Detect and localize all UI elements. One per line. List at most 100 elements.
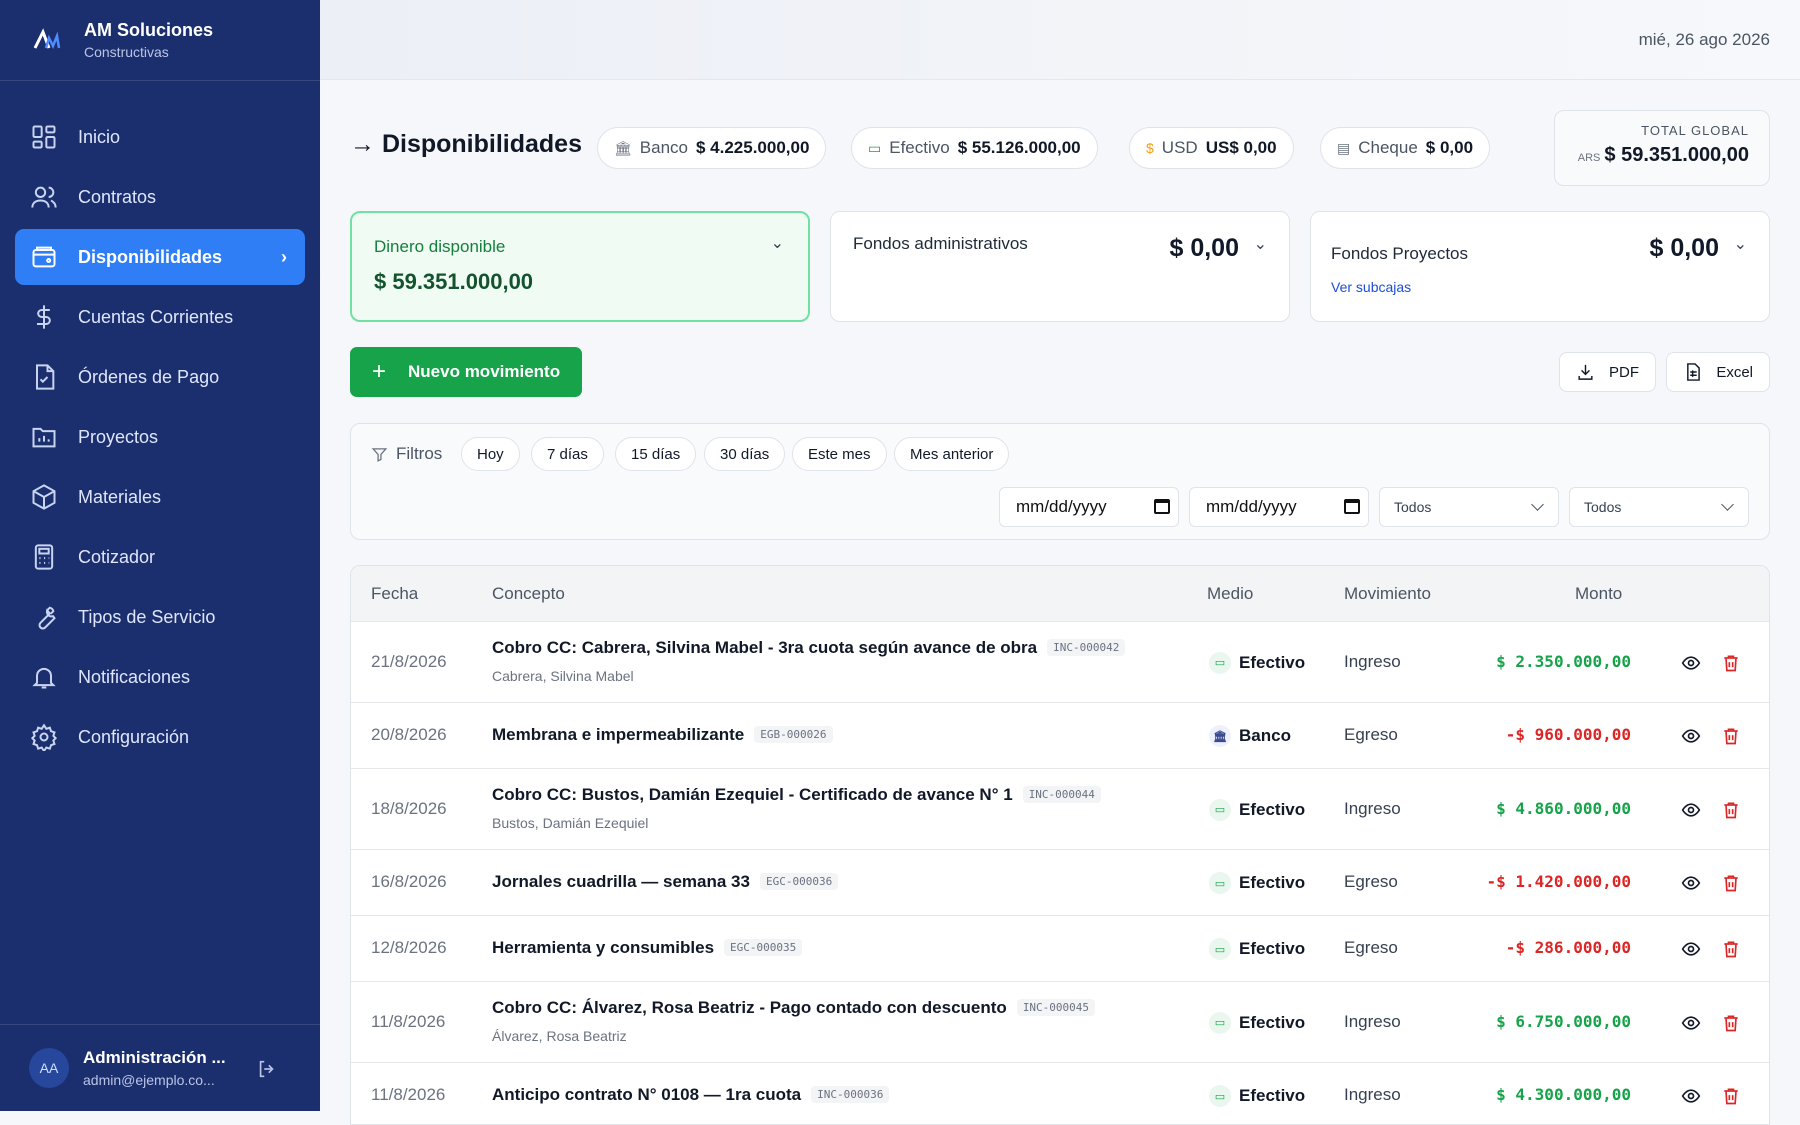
sidebar-item-label: Contratos bbox=[78, 186, 157, 207]
bank-icon: 🏛 bbox=[1209, 725, 1231, 747]
delete-icon[interactable] bbox=[1721, 939, 1741, 959]
folder-chart-icon bbox=[32, 427, 56, 448]
table-row[interactable]: 18/8/2026 Cobro CC: Bustos, Damián Ezequi… bbox=[351, 769, 1769, 850]
calculator-icon bbox=[34, 544, 54, 570]
table-row[interactable]: 12/8/2026 Herramienta y consumibles EGC-00… bbox=[351, 916, 1769, 982]
delete-icon[interactable] bbox=[1721, 653, 1741, 673]
chevron-down-icon[interactable]: ⌄ bbox=[1254, 234, 1267, 254]
ver-subcajas-link[interactable]: Ver subcajas bbox=[1331, 279, 1411, 295]
calendar-icon[interactable] bbox=[1154, 499, 1170, 514]
sidebar-item-label: Proyectos bbox=[78, 426, 159, 447]
table-body: 21/8/2026 Cobro CC: Cabrera, Silvina Mabe… bbox=[351, 622, 1769, 1124]
sidebar-item-notificaciones[interactable]: Notificaciones bbox=[15, 649, 305, 705]
filter-pill-15-dias[interactable]: 15 días bbox=[615, 437, 697, 471]
sidebar-item-tipos-de-servicio[interactable]: Tipos de Servicio bbox=[15, 589, 305, 645]
filter-pill-7-dias[interactable]: 7 días bbox=[531, 437, 604, 471]
filter-pill-mes-anterior[interactable]: Mes anterior bbox=[894, 437, 1010, 471]
movimiento-select[interactable]: Todos bbox=[1569, 487, 1749, 527]
filters-panel: Filtros Hoy 7 días 15 días 30 días Este … bbox=[350, 423, 1770, 540]
view-icon[interactable] bbox=[1681, 800, 1701, 820]
table-row[interactable]: 16/8/2026 Jornales cuadrilla — semana 33 E… bbox=[351, 850, 1769, 916]
view-icon[interactable] bbox=[1681, 726, 1701, 746]
medio-select[interactable]: Todos bbox=[1379, 487, 1559, 527]
sidebar-item-ordenes-de-pago[interactable]: Órdenes de Pago bbox=[15, 349, 305, 405]
header-monto[interactable]: Monto bbox=[1575, 584, 1622, 604]
movement-code: INC-000036 bbox=[811, 1086, 890, 1103]
topbar: mié, 26 ago 2026 bbox=[320, 0, 1800, 80]
date-from-placeholder: mm/dd/yyyy bbox=[1016, 497, 1107, 516]
filter-pill-hoy[interactable]: Hoy bbox=[461, 437, 520, 471]
date-from-field[interactable]: mm/dd/yyyy bbox=[999, 487, 1179, 527]
card-fondos-proyectos[interactable]: Fondos Proyectos $ 0,00 ⌄ Ver subcajas bbox=[1310, 211, 1770, 322]
chip-value: $ 55.126.000,00 bbox=[957, 138, 1081, 157]
sidebar-item-cotizador[interactable]: Cotizador bbox=[15, 529, 305, 585]
brand-logo bbox=[28, 21, 66, 59]
sidebar-item-materiales[interactable]: Materiales bbox=[15, 469, 305, 525]
view-icon[interactable] bbox=[1681, 873, 1701, 893]
table-row[interactable]: 11/8/2026 Anticipo contrato N° 0108 — 1ra… bbox=[351, 1063, 1769, 1124]
card-title: Fondos Proyectos bbox=[1331, 244, 1469, 263]
sidebar-item-contratos[interactable]: Contratos bbox=[15, 169, 305, 225]
card-fondos-administrativos[interactable]: Fondos administrativos $ 0,00 ⌄ bbox=[830, 211, 1290, 322]
date-to-field[interactable]: mm/dd/yyyy bbox=[1189, 487, 1369, 527]
header-concepto[interactable]: Concepto bbox=[492, 584, 565, 604]
sidebar: AM Soluciones Constructivas Inicio Contr… bbox=[0, 0, 320, 1111]
delete-icon[interactable] bbox=[1721, 800, 1741, 820]
header-medio[interactable]: Medio bbox=[1207, 584, 1253, 604]
view-icon[interactable] bbox=[1681, 1086, 1701, 1106]
header-movimiento[interactable]: Movimiento bbox=[1344, 584, 1431, 604]
sidebar-item-configuracion[interactable]: Configuración bbox=[15, 709, 305, 765]
sidebar-item-label: Cotizador bbox=[78, 546, 156, 567]
delete-icon[interactable] bbox=[1721, 873, 1741, 893]
chip-value: $ 4.225.000,00 bbox=[695, 138, 810, 157]
chip-value: $ 0,00 bbox=[1425, 138, 1474, 157]
summary-cards: Dinero disponible $ 59.351.000,00 ⌄ Fond… bbox=[350, 211, 1770, 322]
table-row[interactable]: 21/8/2026 Cobro CC: Cabrera, Silvina Mabe… bbox=[351, 622, 1769, 703]
cash-icon: ▭ bbox=[1209, 1011, 1231, 1034]
view-icon[interactable] bbox=[1681, 1013, 1701, 1033]
sidebar-item-cuentas-corrientes[interactable]: Cuentas Corrientes bbox=[15, 289, 305, 345]
view-icon[interactable] bbox=[1681, 653, 1701, 673]
logout-icon[interactable] bbox=[256, 1058, 278, 1080]
filter-pill-este-mes[interactable]: Este mes bbox=[792, 437, 887, 471]
table-row[interactable]: 20/8/2026 Membrana e impermeabilizante EGB… bbox=[351, 703, 1769, 769]
cell-concepto: Membrana e impermeabilizante EGB-000026 bbox=[492, 725, 833, 745]
chevron-down-icon[interactable]: ⌄ bbox=[771, 233, 784, 253]
cell-concepto: Cobro CC: Bustos, Damián Ezequiel - Cert… bbox=[492, 785, 1101, 805]
chevron-right-icon: › bbox=[281, 246, 287, 267]
card-dinero-disponible[interactable]: Dinero disponible $ 59.351.000,00 ⌄ bbox=[350, 211, 810, 322]
brand: AM Soluciones Constructivas bbox=[0, 0, 320, 81]
delete-icon[interactable] bbox=[1721, 1013, 1741, 1033]
cell-subtitle: Cabrera, Silvina Mabel bbox=[492, 668, 634, 684]
table-row[interactable]: 11/8/2026 Cobro CC: Álvarez, Rosa Beatriz… bbox=[351, 982, 1769, 1063]
delete-icon[interactable] bbox=[1721, 1086, 1741, 1106]
cell-monto: -$ 960.000,00 bbox=[1505, 725, 1631, 744]
grid-icon bbox=[32, 125, 56, 149]
sidebar-item-inicio[interactable]: Inicio bbox=[15, 109, 305, 165]
delete-icon[interactable] bbox=[1721, 726, 1741, 746]
cell-subtitle: Álvarez, Rosa Beatriz bbox=[492, 1028, 627, 1044]
total-value: $ 59.351.000,00 bbox=[1604, 144, 1749, 166]
calendar-icon[interactable] bbox=[1344, 499, 1360, 514]
chevron-down-icon[interactable]: ⌄ bbox=[1734, 234, 1747, 254]
medio-text: Banco bbox=[1239, 726, 1291, 745]
filter-pill-30-dias[interactable]: 30 días bbox=[704, 437, 786, 471]
cell-fecha: 18/8/2026 bbox=[371, 798, 447, 818]
cell-medio: 🏛 Banco bbox=[1209, 725, 1291, 747]
header-fecha[interactable]: Fecha bbox=[371, 584, 418, 604]
avatar: AA bbox=[29, 1048, 69, 1088]
cell-concepto: Cobro CC: Álvarez, Rosa Beatriz - Pago c… bbox=[492, 998, 1096, 1018]
view-icon[interactable] bbox=[1681, 939, 1701, 959]
concepto-text: Anticipo contrato N° 0108 — 1ra cuota bbox=[492, 1085, 802, 1104]
export-excel-button[interactable]: Excel bbox=[1666, 352, 1770, 392]
sidebar-item-proyectos[interactable]: Proyectos bbox=[15, 409, 305, 465]
plus-icon: + bbox=[372, 358, 387, 385]
new-movement-button[interactable]: + Nuevo movimiento bbox=[350, 347, 582, 397]
cash-icon: ▭ bbox=[1209, 1085, 1231, 1107]
medio-select-value: Todos bbox=[1394, 499, 1432, 515]
cash-icon: ▭ bbox=[1209, 651, 1231, 674]
sidebar-item-disponibilidades[interactable]: Disponibilidades › bbox=[15, 229, 305, 285]
table-header: Fecha Concepto Medio Movimiento Monto bbox=[351, 566, 1769, 622]
export-pdf-button[interactable]: PDF bbox=[1559, 352, 1656, 392]
card-value: $ 59.351.000,00 bbox=[374, 269, 534, 294]
